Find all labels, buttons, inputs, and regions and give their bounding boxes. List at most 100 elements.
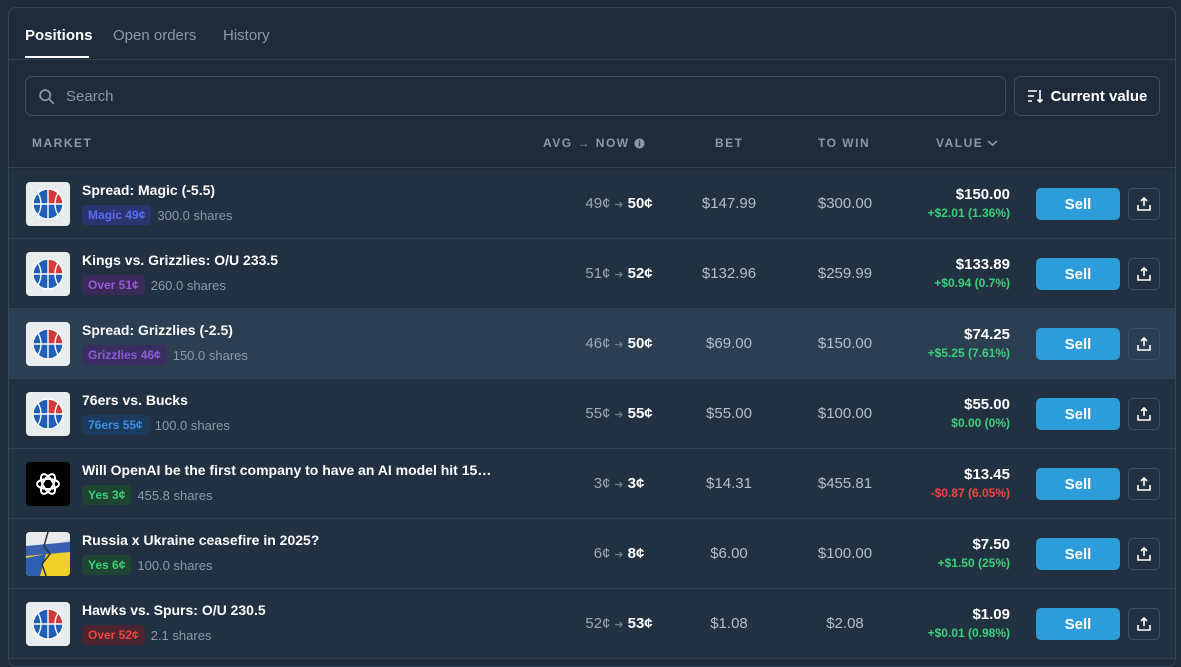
share-icon xyxy=(1137,407,1151,421)
position-details: 76ers 55¢ 100.0 shares xyxy=(82,415,230,435)
now-price: 52¢ xyxy=(627,265,653,282)
market-title[interactable]: Spread: Magic (-5.5) xyxy=(82,182,215,198)
shares-count: 2.1 shares xyxy=(150,627,212,643)
bet-amount: $14.31 xyxy=(706,475,752,492)
table-row[interactable]: Will OpenAI be the first company to have… xyxy=(9,449,1175,519)
now-price: 53¢ xyxy=(627,615,653,632)
share-button[interactable] xyxy=(1128,398,1160,430)
market-thumbnail[interactable] xyxy=(26,462,70,506)
sell-button[interactable]: Sell xyxy=(1036,328,1120,360)
arrow-right-icon: ➜ xyxy=(614,549,624,561)
arrow-right-icon: ➜ xyxy=(614,619,624,631)
bet-amount: $6.00 xyxy=(710,545,748,562)
now-price: 50¢ xyxy=(627,335,653,352)
sell-button[interactable]: Sell xyxy=(1036,608,1120,640)
shares-count: 150.0 shares xyxy=(172,347,248,363)
outcome-badge: 76ers 55¢ xyxy=(82,415,149,435)
sort-button-label: Current value xyxy=(1050,87,1148,105)
table-row[interactable]: Russia x Ukraine ceasefire in 2025? Yes … xyxy=(9,519,1175,589)
sell-button[interactable]: Sell xyxy=(1036,538,1120,570)
header-value-label: VALUE xyxy=(936,136,984,150)
market-thumbnail[interactable] xyxy=(26,602,70,646)
position-details: Over 52¢ 2.1 shares xyxy=(82,625,211,645)
share-button[interactable] xyxy=(1128,608,1160,640)
market-thumbnail[interactable] xyxy=(26,182,70,226)
market-title[interactable]: Spread: Grizzlies (-2.5) xyxy=(82,322,233,338)
tab-history[interactable]: History xyxy=(223,27,270,44)
market-title[interactable]: 76ers vs. Bucks xyxy=(82,392,188,408)
info-icon[interactable] xyxy=(634,137,645,149)
bet-amount: $147.99 xyxy=(701,195,757,212)
market-thumbnail[interactable] xyxy=(26,392,70,436)
market-title[interactable]: Russia x Ukraine ceasefire in 2025? xyxy=(82,532,319,548)
now-price: 55¢ xyxy=(627,405,653,422)
table-header: MARKET AVG → NOW BET TO WIN VALUE xyxy=(9,128,1175,168)
chevron-down-icon xyxy=(987,140,998,147)
current-value: $55.00 xyxy=(964,396,1010,413)
now-price: 50¢ xyxy=(627,195,653,212)
header-bet: BET xyxy=(715,136,744,150)
sort-icon xyxy=(1027,90,1043,104)
table-row[interactable]: Hawks vs. Spurs: O/U 230.5 Over 52¢ 2.1 … xyxy=(9,589,1175,659)
sell-button[interactable]: Sell xyxy=(1036,188,1120,220)
header-avg-now: AVG → NOW xyxy=(543,136,645,150)
sort-current-value-button[interactable]: Current value xyxy=(1014,76,1160,116)
basketball-icon xyxy=(32,328,64,360)
outcome-badge: Magic 49¢ xyxy=(82,205,152,225)
bet-amount: $55.00 xyxy=(706,405,752,422)
market-thumbnail[interactable] xyxy=(26,252,70,296)
basketball-icon xyxy=(32,608,64,640)
arrow-right-icon: ➜ xyxy=(614,339,624,351)
position-details: Grizzlies 46¢ 150.0 shares xyxy=(82,345,248,365)
header-market: MARKET xyxy=(32,136,93,150)
market-title[interactable]: Hawks vs. Spurs: O/U 230.5 xyxy=(82,602,266,618)
arrow-right-icon: ➜ xyxy=(614,479,624,491)
table-row[interactable]: Kings vs. Grizzlies: O/U 233.5 Over 51¢ … xyxy=(9,239,1175,309)
table-row[interactable]: Spread: Grizzlies (-2.5) Grizzlies 46¢ 1… xyxy=(9,309,1175,379)
outcome-badge: Over 52¢ xyxy=(82,625,145,645)
position-details: Yes 6¢ 100.0 shares xyxy=(82,555,213,575)
market-thumbnail[interactable] xyxy=(26,532,70,576)
search-icon xyxy=(39,89,55,105)
share-icon xyxy=(1137,547,1151,561)
current-value: $133.89 xyxy=(955,256,1010,273)
value-change: +$5.25 (7.61%) xyxy=(927,346,1010,360)
market-thumbnail[interactable] xyxy=(26,322,70,366)
table-row[interactable]: 76ers vs. Bucks 76ers 55¢ 100.0 shares 5… xyxy=(9,379,1175,449)
sell-button[interactable]: Sell xyxy=(1036,468,1120,500)
tab-bar: Positions Open orders History xyxy=(9,8,1175,60)
shares-count: 455.8 shares xyxy=(137,487,213,503)
tab-positions[interactable]: Positions xyxy=(25,27,93,44)
position-details: Over 51¢ 260.0 shares xyxy=(82,275,226,295)
search-box[interactable] xyxy=(25,76,1006,116)
share-button[interactable] xyxy=(1128,258,1160,290)
avg-price: 55¢ xyxy=(585,405,611,422)
to-win-amount: $2.08 xyxy=(826,615,864,632)
share-icon xyxy=(1137,337,1151,351)
value-change: -$0.87 (6.05%) xyxy=(930,486,1010,500)
shares-count: 260.0 shares xyxy=(150,277,226,293)
now-price: 3¢ xyxy=(627,475,645,492)
table-row[interactable]: Spread: Magic (-5.5) Magic 49¢ 300.0 sha… xyxy=(9,169,1175,239)
share-icon xyxy=(1137,617,1151,631)
share-button[interactable] xyxy=(1128,328,1160,360)
market-title[interactable]: Kings vs. Grizzlies: O/U 233.5 xyxy=(82,252,278,268)
current-value: $150.00 xyxy=(955,186,1010,203)
sell-button[interactable]: Sell xyxy=(1036,258,1120,290)
to-win-amount: $455.81 xyxy=(817,475,873,492)
sell-button[interactable]: Sell xyxy=(1036,398,1120,430)
header-value[interactable]: VALUE xyxy=(936,136,998,150)
share-button[interactable] xyxy=(1128,538,1160,570)
now-price: 8¢ xyxy=(627,545,645,562)
share-button[interactable] xyxy=(1128,468,1160,500)
to-win-amount: $100.00 xyxy=(817,405,873,422)
share-button[interactable] xyxy=(1128,188,1160,220)
to-win-amount: $300.00 xyxy=(817,195,873,212)
basketball-icon xyxy=(32,258,64,290)
basketball-icon xyxy=(32,398,64,430)
search-input[interactable] xyxy=(66,77,986,115)
market-title[interactable]: Will OpenAI be the first company to have… xyxy=(82,462,492,478)
current-value: $7.50 xyxy=(972,536,1010,553)
share-icon xyxy=(1137,267,1151,281)
tab-open-orders[interactable]: Open orders xyxy=(113,27,196,44)
